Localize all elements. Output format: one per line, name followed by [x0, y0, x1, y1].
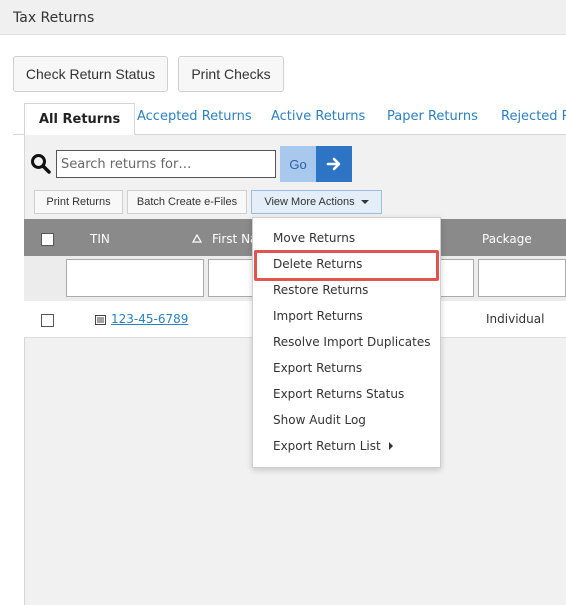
column-header-first-name[interactable]: First Na	[212, 232, 257, 246]
tin-filter-input[interactable]	[66, 259, 204, 297]
tab-accepted-returns[interactable]: Accepted Returns	[137, 109, 252, 124]
package-filter-input[interactable]	[478, 259, 566, 297]
search-input[interactable]	[56, 150, 276, 178]
chevron-down-icon	[360, 200, 369, 204]
menu-item-restore-returns[interactable]: Restore Returns	[273, 283, 368, 297]
chevron-right-icon	[388, 442, 393, 450]
tab-all-returns[interactable]: All Returns	[24, 103, 136, 136]
search-icon	[31, 154, 51, 174]
package-cell: Individual	[486, 312, 545, 326]
menu-item-export-returns[interactable]: Export Returns	[273, 361, 362, 375]
export-return-list-label: Export Return List	[273, 439, 381, 453]
column-header-package[interactable]: Package	[482, 232, 532, 246]
tab-paper-returns[interactable]: Paper Returns	[387, 109, 478, 124]
check-return-status-button[interactable]: Check Return Status	[13, 56, 168, 92]
delete-returns-highlight	[254, 250, 439, 281]
arrow-right-icon	[326, 157, 341, 171]
menu-item-move-returns[interactable]: Move Returns	[273, 231, 355, 245]
print-returns-button[interactable]: Print Returns	[34, 190, 123, 214]
menu-item-import-returns[interactable]: Import Returns	[273, 309, 363, 323]
sort-ascending-icon[interactable]	[192, 234, 202, 243]
first-name-filter-input[interactable]	[208, 259, 258, 297]
row-checkbox[interactable]	[41, 314, 54, 327]
view-more-actions-button[interactable]: View More Actions	[251, 190, 382, 214]
view-more-actions-label: View More Actions	[264, 196, 355, 208]
menu-item-export-return-list[interactable]: Export Return List	[273, 439, 393, 453]
column-filter-input[interactable]	[436, 259, 474, 297]
tab-active-returns[interactable]: Active Returns	[271, 109, 365, 124]
batch-create-efiles-button[interactable]: Batch Create e-Files	[127, 190, 247, 214]
return-document-icon	[95, 315, 106, 325]
tin-link[interactable]: 123-45-6789	[111, 312, 188, 326]
column-header-tin[interactable]: TIN	[90, 232, 110, 246]
select-all-checkbox[interactable]	[41, 233, 54, 246]
menu-item-resolve-import-duplicates[interactable]: Resolve Import Duplicates	[273, 335, 430, 349]
page-title: Tax Returns	[13, 10, 95, 26]
title-bar: Tax Returns	[0, 0, 566, 35]
print-checks-button[interactable]: Print Checks	[178, 56, 284, 92]
tab-rejected-returns[interactable]: Rejected Re	[501, 109, 566, 124]
menu-item-show-audit-log[interactable]: Show Audit Log	[273, 413, 366, 427]
search-submit-button[interactable]	[316, 146, 352, 182]
menu-item-export-returns-status[interactable]: Export Returns Status	[273, 387, 404, 401]
go-button[interactable]: Go	[280, 146, 316, 182]
